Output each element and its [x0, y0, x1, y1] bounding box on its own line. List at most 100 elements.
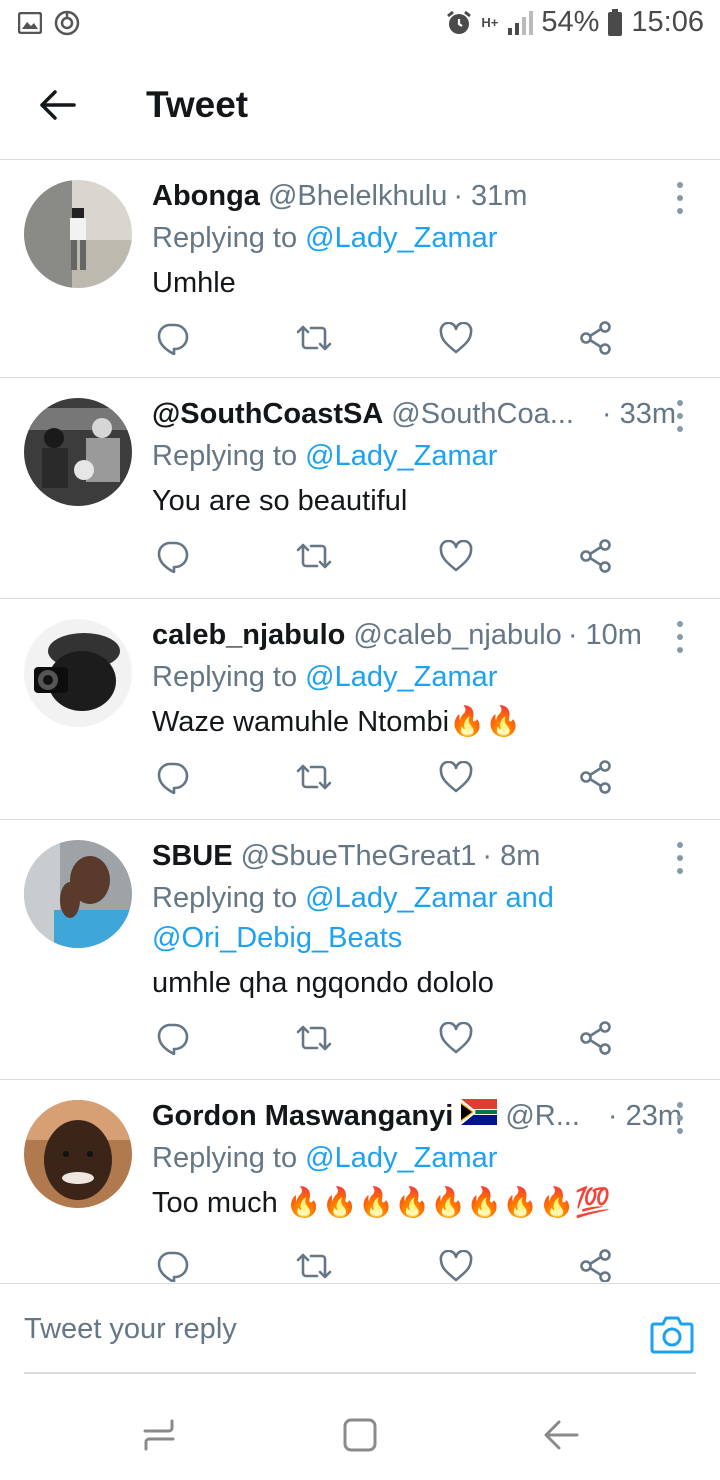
- more-options-button[interactable]: [668, 619, 692, 655]
- like-button[interactable]: [436, 318, 476, 358]
- user-handle[interactable]: @SouthCoa...: [391, 396, 574, 432]
- like-button[interactable]: [436, 1018, 476, 1058]
- mention-link[interactable]: @Lady_Zamar: [305, 661, 497, 693]
- camera-button[interactable]: [650, 1314, 694, 1354]
- timestamp: · 10m: [567, 619, 642, 651]
- mention-link[interactable]: @Lady_Zamar: [305, 222, 497, 254]
- back-button[interactable]: [30, 78, 84, 132]
- retweet-button[interactable]: [294, 536, 334, 576]
- reply-composer: Tweet your reply: [0, 1283, 720, 1374]
- tweet-header: Gordon Maswanganyi @R... · 23m: [152, 1098, 700, 1134]
- reply-input[interactable]: Tweet your reply: [24, 1284, 696, 1374]
- tweet-content: Abonga @Bhelelkhulu · 31m Replying to @L…: [152, 178, 700, 302]
- app-bar: Tweet: [0, 50, 720, 160]
- battery-icon: [608, 8, 623, 36]
- avatar-image: [24, 619, 132, 727]
- reply-button[interactable]: [152, 536, 192, 576]
- mention-link[interactable]: @Lady_Zamar: [305, 1142, 497, 1174]
- reply-icon: [157, 323, 189, 355]
- replying-to: Replying to @Lady_Zamar and @Ori_Debig_B…: [152, 878, 700, 958]
- reply-icon: [157, 541, 189, 573]
- share-icon: [580, 1249, 611, 1282]
- heart-icon: [439, 761, 473, 793]
- user-handle[interactable]: @SbueTheGreat1: [241, 838, 477, 874]
- like-button[interactable]: [436, 536, 476, 576]
- tweet-item[interactable]: Abonga @Bhelelkhulu · 31m Replying to @L…: [0, 160, 720, 378]
- reply-button[interactable]: [152, 1018, 192, 1058]
- display-name[interactable]: caleb_njabulo: [152, 617, 345, 653]
- replying-to: Replying to @Lady_Zamar: [152, 436, 700, 476]
- display-name[interactable]: SBUE: [152, 838, 233, 874]
- share-button[interactable]: [576, 1246, 616, 1282]
- recents-icon: [143, 1419, 175, 1451]
- tweet-item[interactable]: Gordon Maswanganyi @R... · 23m Replying …: [0, 1080, 720, 1282]
- mention-link[interactable]: @Lady_Zamar and: [305, 882, 554, 914]
- share-button[interactable]: [576, 1018, 616, 1058]
- page-title: Tweet: [146, 84, 249, 125]
- avatar[interactable]: [24, 1100, 132, 1208]
- retweet-button[interactable]: [294, 318, 334, 358]
- tweet-item[interactable]: caleb_njabulo @caleb_njabulo · 10m Reply…: [0, 599, 720, 820]
- reply-icon: [157, 1023, 189, 1055]
- reply-icon: [157, 762, 189, 794]
- share-icon: [580, 1021, 611, 1055]
- reply-feed[interactable]: Abonga @Bhelelkhulu · 31m Replying to @L…: [0, 160, 720, 1282]
- share-button[interactable]: [576, 757, 616, 797]
- clock: 15:06: [631, 6, 704, 38]
- like-button[interactable]: [436, 1246, 476, 1282]
- tweet-content: SBUE @SbueTheGreat1 · 8m Replying to @La…: [152, 838, 700, 1002]
- reply-button[interactable]: [152, 757, 192, 797]
- replying-to-label: Replying to: [152, 882, 298, 914]
- more-options-button[interactable]: [668, 398, 692, 434]
- share-button[interactable]: [576, 536, 616, 576]
- retweet-button[interactable]: [294, 1246, 334, 1282]
- like-button[interactable]: [436, 757, 476, 797]
- reply-button[interactable]: [152, 1246, 192, 1282]
- back-nav-button[interactable]: [538, 1412, 584, 1458]
- avatar[interactable]: [24, 840, 132, 948]
- more-options-button[interactable]: [668, 1100, 692, 1136]
- retweet-icon: [296, 764, 332, 790]
- tweet-actions: [152, 318, 622, 358]
- display-name[interactable]: Abonga: [152, 178, 260, 214]
- replying-to-label: Replying to: [152, 661, 298, 693]
- reply-button[interactable]: [152, 318, 192, 358]
- recents-button[interactable]: [136, 1412, 182, 1458]
- avatar[interactable]: [24, 398, 132, 506]
- replying-to: Replying to @Lady_Zamar: [152, 218, 700, 258]
- avatar[interactable]: [24, 619, 132, 727]
- tweet-text: Umhle: [152, 267, 236, 299]
- gallery-icon: [18, 12, 42, 34]
- retweet-button[interactable]: [294, 1018, 334, 1058]
- retweet-icon: [296, 1253, 332, 1279]
- status-bar: H+ 54% 15:06: [0, 0, 720, 50]
- signal-icon: [508, 10, 534, 35]
- tweet-item[interactable]: SBUE @SbueTheGreat1 · 8m Replying to @La…: [0, 820, 720, 1080]
- retweet-icon: [296, 325, 332, 351]
- mention-link[interactable]: @Ori_Debig_Beats: [152, 922, 402, 954]
- share-button[interactable]: [576, 318, 616, 358]
- more-options-button[interactable]: [668, 180, 692, 216]
- home-button[interactable]: [337, 1412, 383, 1458]
- user-handle[interactable]: @Bhelelkhulu: [268, 178, 447, 214]
- user-handle[interactable]: @caleb_njabulo: [353, 617, 561, 653]
- system-nav-bar: [0, 1390, 720, 1480]
- retweet-icon: [296, 1025, 332, 1051]
- more-options-button[interactable]: [668, 840, 692, 876]
- tweet-content: Gordon Maswanganyi @R... · 23m Replying …: [152, 1098, 700, 1222]
- tweet-item[interactable]: @SouthCoastSA @SouthCoa... · 33m Replyin…: [0, 378, 720, 599]
- timestamp: · 31m: [453, 180, 528, 212]
- user-handle[interactable]: @R...: [505, 1098, 580, 1134]
- heart-icon: [439, 540, 473, 572]
- tweet-text: Too much 🔥🔥🔥🔥🔥🔥🔥🔥💯: [152, 1187, 611, 1219]
- display-name[interactable]: Gordon Maswanganyi: [152, 1098, 453, 1134]
- retweet-button[interactable]: [294, 757, 334, 797]
- heart-icon: [439, 322, 473, 354]
- mention-link[interactable]: @Lady_Zamar: [305, 440, 497, 472]
- tweet-text: You are so beautiful: [152, 485, 408, 517]
- display-name[interactable]: @SouthCoastSA: [152, 396, 383, 432]
- tweet-actions: [152, 536, 622, 576]
- camera-icon: [650, 1316, 694, 1354]
- avatar-image: [24, 180, 132, 288]
- avatar[interactable]: [24, 180, 132, 288]
